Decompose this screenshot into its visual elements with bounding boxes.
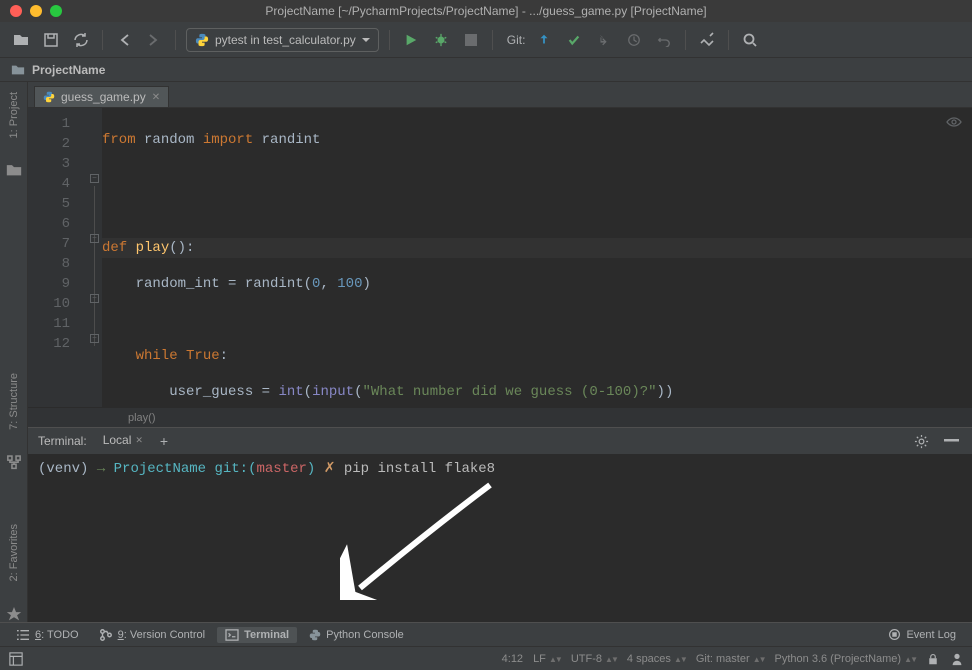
terminal-header: Terminal: Local ✕ + bbox=[28, 428, 972, 454]
terminal-settings-icon[interactable] bbox=[910, 430, 932, 452]
minimize-window-button[interactable] bbox=[30, 5, 42, 17]
sidebar-tab-project[interactable]: 1: Project bbox=[6, 88, 22, 142]
debug-button[interactable] bbox=[430, 29, 452, 51]
fold-toggle[interactable]: − bbox=[90, 234, 99, 243]
titlebar: ProjectName [~/PycharmProjects/ProjectNa… bbox=[0, 0, 972, 22]
git-label: Git: bbox=[507, 33, 526, 47]
editor-tab-label: guess_game.py bbox=[61, 90, 146, 104]
main-toolbar: pytest in test_calculator.py Git: bbox=[0, 22, 972, 58]
terminal-title: Terminal: bbox=[38, 434, 87, 448]
add-terminal-button[interactable]: + bbox=[155, 432, 173, 450]
search-icon[interactable] bbox=[739, 29, 761, 51]
run-config-label: pytest in test_calculator.py bbox=[215, 33, 356, 47]
star-icon[interactable] bbox=[5, 606, 23, 622]
sync-icon[interactable] bbox=[70, 29, 92, 51]
editor-tab[interactable]: guess_game.py ✕ bbox=[34, 86, 169, 107]
inspection-eye-icon[interactable] bbox=[946, 114, 962, 130]
editor-tab-bar: guess_game.py ✕ bbox=[28, 82, 972, 108]
folder-icon[interactable] bbox=[5, 162, 23, 178]
terminal-output[interactable]: (venv) → ProjectName git:(master) ✗ pip … bbox=[28, 454, 972, 622]
code-content[interactable]: from random import randint def play(): r… bbox=[102, 108, 972, 407]
interpreter[interactable]: Python 3.6 (ProjectName) ▲▼ bbox=[775, 653, 916, 665]
python-file-icon bbox=[43, 91, 55, 103]
settings-icon[interactable] bbox=[696, 29, 718, 51]
terminal-panel: Terminal: Local ✕ + (venv) → ProjectName… bbox=[28, 427, 972, 622]
event-log-tab[interactable]: Event Log bbox=[880, 626, 964, 643]
close-tab-icon[interactable]: ✕ bbox=[152, 92, 160, 103]
fold-gutter: − − − − bbox=[88, 108, 102, 407]
line-number-gutter: 1 2 3 4 5 6 7 8 9 10 11 12 bbox=[28, 108, 88, 407]
fold-toggle[interactable]: − bbox=[90, 334, 99, 343]
git-branch[interactable]: Git: master ▲▼ bbox=[696, 653, 765, 665]
python-icon bbox=[309, 629, 321, 641]
git-commit-icon[interactable] bbox=[563, 29, 585, 51]
function-breadcrumb[interactable]: play() bbox=[28, 407, 972, 427]
run-configuration-selector[interactable]: pytest in test_calculator.py bbox=[186, 28, 379, 52]
close-window-button[interactable] bbox=[10, 5, 22, 17]
fold-toggle[interactable]: − bbox=[90, 174, 99, 183]
breadcrumb-project[interactable]: ProjectName bbox=[32, 63, 105, 77]
cursor-position[interactable]: 4:12 bbox=[502, 653, 523, 665]
tool-windows-icon[interactable] bbox=[8, 648, 24, 670]
run-button[interactable] bbox=[400, 29, 422, 51]
todo-tab[interactable]: 6: TODO bbox=[8, 627, 87, 643]
encoding[interactable]: UTF-8 ▲▼ bbox=[571, 653, 617, 665]
git-update-icon[interactable] bbox=[533, 29, 555, 51]
hide-panel-icon[interactable] bbox=[940, 430, 962, 452]
code-editor[interactable]: 1 2 3 4 5 6 7 8 9 10 11 12 − − − − from … bbox=[28, 108, 972, 407]
stop-button[interactable] bbox=[460, 29, 482, 51]
python-console-tab[interactable]: Python Console bbox=[301, 627, 412, 643]
status-bar: 4:12 LF ▲▼ UTF-8 ▲▼ 4 spaces ▲▼ Git: mas… bbox=[0, 646, 972, 670]
left-tool-strip: 1: Project 7: Structure 2: Favorites bbox=[0, 82, 28, 622]
fold-toggle[interactable]: − bbox=[90, 294, 99, 303]
lock-icon[interactable] bbox=[926, 648, 940, 670]
version-control-tab[interactable]: 9: Version Control bbox=[91, 626, 213, 644]
save-icon[interactable] bbox=[40, 29, 62, 51]
git-compare-icon[interactable] bbox=[593, 29, 615, 51]
inspector-icon[interactable] bbox=[950, 648, 964, 670]
sidebar-tab-favorites[interactable]: 2: Favorites bbox=[6, 520, 22, 585]
line-separator[interactable]: LF ▲▼ bbox=[533, 653, 561, 665]
sidebar-tab-structure[interactable]: 7: Structure bbox=[6, 369, 22, 434]
bottom-tool-bar: 6: TODO 9: Version Control Terminal Pyth… bbox=[0, 622, 972, 646]
chevron-down-icon bbox=[362, 36, 370, 44]
breadcrumb: ProjectName bbox=[0, 58, 972, 82]
git-revert-icon[interactable] bbox=[653, 29, 675, 51]
close-tab-icon[interactable]: ✕ bbox=[135, 435, 143, 446]
terminal-tab[interactable]: Terminal bbox=[217, 627, 297, 643]
folder-icon bbox=[10, 63, 26, 77]
traffic-lights bbox=[10, 5, 62, 17]
back-icon[interactable] bbox=[113, 29, 135, 51]
python-icon bbox=[195, 33, 209, 47]
structure-icon[interactable] bbox=[5, 454, 23, 470]
terminal-tab-local[interactable]: Local ✕ bbox=[97, 431, 149, 451]
maximize-window-button[interactable] bbox=[50, 5, 62, 17]
open-icon[interactable] bbox=[10, 29, 32, 51]
git-history-icon[interactable] bbox=[623, 29, 645, 51]
window-title: ProjectName [~/PycharmProjects/ProjectNa… bbox=[265, 4, 706, 18]
indent[interactable]: 4 spaces ▲▼ bbox=[627, 653, 686, 665]
forward-icon[interactable] bbox=[143, 29, 165, 51]
